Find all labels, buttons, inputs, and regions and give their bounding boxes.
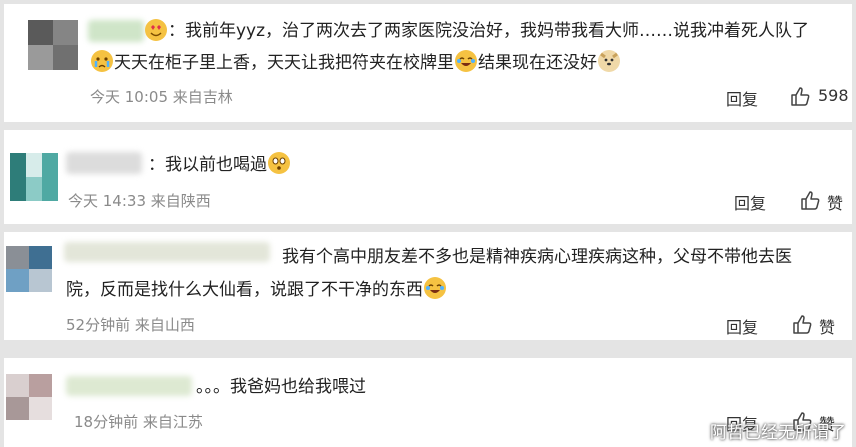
avatar[interactable]: [6, 374, 52, 420]
location: 来自山西: [134, 316, 195, 334]
reply-button[interactable]: 回复: [734, 190, 766, 214]
username-blurred[interactable]: [64, 242, 270, 262]
avatar[interactable]: [6, 246, 52, 292]
doge-emoji-icon: [598, 50, 620, 72]
laugh-cry-emoji-icon: [424, 277, 446, 299]
comment-meta: 18分钟前 来自江苏: [74, 411, 203, 432]
crying-emoji-icon: [91, 50, 113, 72]
comment-text-segment: ：我以前也喝過: [148, 155, 267, 175]
comment-card: ：我前年yyz，治了两次去了两家医院没治好，我妈带我看大师……说我冲着死人队了 …: [4, 4, 852, 122]
comment-text-line-1: ：我前年yyz，治了两次去了两家医院没治好，我妈带我看大师……说我冲着死人队了: [168, 21, 810, 41]
comment-card: 我有个高中朋友差不多也是精神疾病心理疾病这种，父母不带他去医 院，反而是找什么大…: [4, 232, 852, 340]
comment-text-line-1: 。。。我爸妈也给我喂过: [196, 377, 366, 397]
location: 来自吉林: [172, 88, 233, 106]
heart-eyes-emoji-icon: [145, 19, 167, 41]
location: 来自江苏: [142, 413, 203, 431]
reply-button[interactable]: 回复: [726, 86, 758, 110]
avatar[interactable]: [28, 20, 78, 70]
comment-card: ：我以前也喝過 今天 14:33 来自陕西 回复 赞: [4, 130, 852, 224]
timestamp: 18分钟前: [74, 413, 139, 431]
comment-text-line-2: 院，反而是找什么大仙看，说跟了不干净的东西: [66, 275, 447, 306]
thumbs-up-icon[interactable]: [799, 189, 821, 211]
comment-text-segment: 结果现在还没好: [478, 53, 597, 73]
timestamp: 今天 14:33: [68, 192, 146, 210]
like-count[interactable]: 598: [818, 86, 849, 105]
comment-text-segment: 院，反而是找什么大仙看，说跟了不干净的东西: [66, 280, 423, 300]
avatar[interactable]: [10, 153, 58, 201]
comment-meta: 今天 10:05 来自吉林: [90, 86, 233, 107]
like-button[interactable]: 赞: [819, 314, 835, 338]
location: 来自陕西: [150, 192, 211, 210]
thumbs-up-icon[interactable]: [789, 85, 811, 107]
comment-text-line-1: ：我以前也喝過: [148, 150, 291, 181]
thumbs-up-icon[interactable]: [791, 313, 813, 335]
username-blurred[interactable]: [88, 20, 144, 42]
username-blurred[interactable]: [66, 376, 192, 396]
comment-meta: 今天 14:33 来自陕西: [68, 190, 211, 211]
timestamp: 52分钟前: [66, 316, 131, 334]
reply-button[interactable]: 回复: [726, 314, 758, 338]
timestamp: 今天 10:05: [90, 88, 168, 106]
comment-text-line-1: 我有个高中朋友差不多也是精神疾病心理疾病这种，父母不带他去医: [282, 247, 792, 267]
comment-meta: 52分钟前 来自山西: [66, 314, 195, 335]
comment-text-line-2: 天天在柜子里上香，天天让我把符夹在校牌里 结果现在还没好: [90, 48, 621, 79]
watermark: 阿哲已经无所谓了: [710, 423, 846, 443]
username-blurred[interactable]: [66, 152, 142, 174]
laugh-cry-emoji-icon: [455, 50, 477, 72]
surprised-emoji-icon: [268, 152, 290, 174]
comment-text-segment: 天天在柜子里上香，天天让我把符夹在校牌里: [114, 53, 454, 73]
like-button[interactable]: 赞: [827, 190, 843, 214]
